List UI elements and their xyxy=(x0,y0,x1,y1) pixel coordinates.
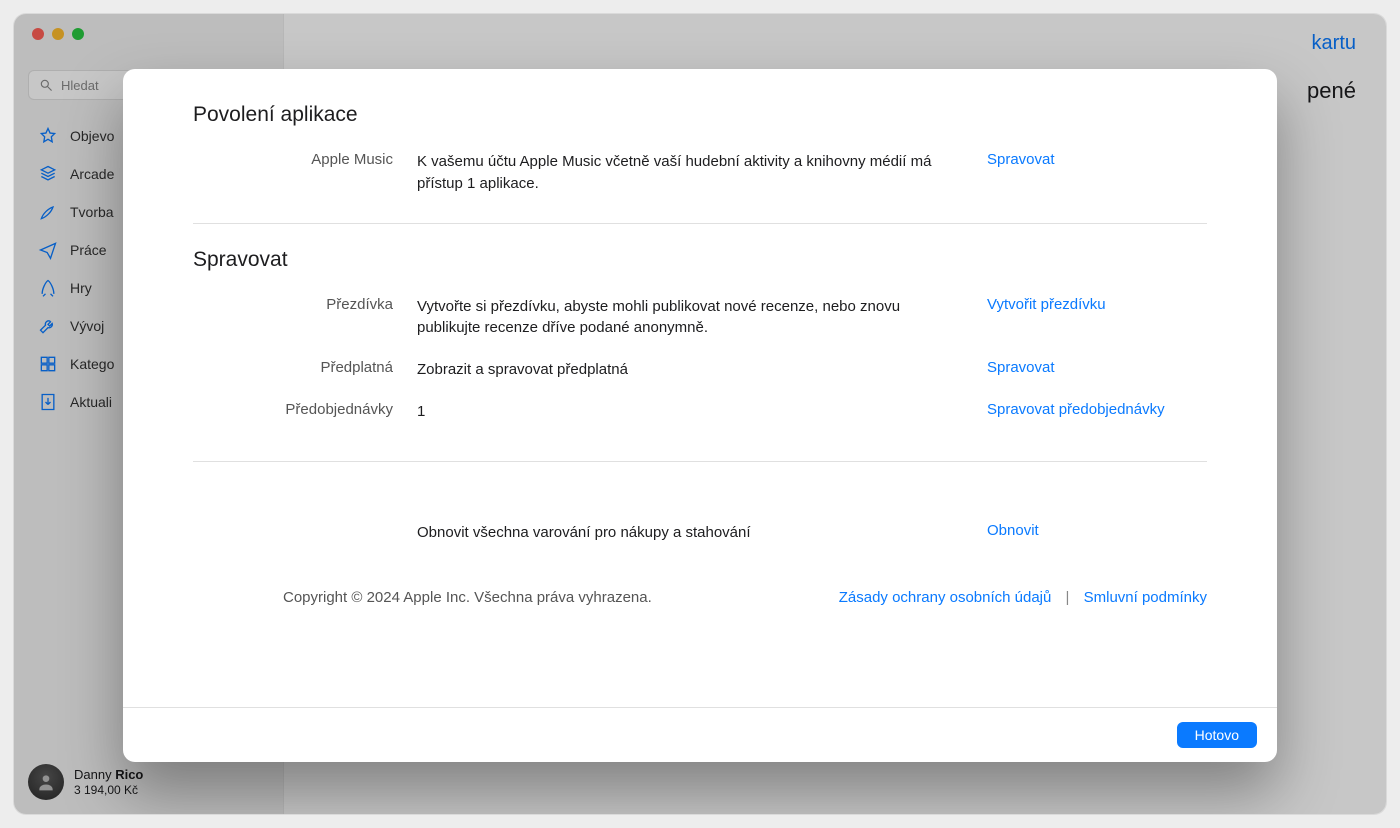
row-value: K vašemu účtu Apple Music včetně vaší hu… xyxy=(417,151,963,195)
row-value: Vytvořte si přezdívku, abyste mohli publ… xyxy=(417,296,963,340)
row-label: Předobjednávky xyxy=(193,401,393,423)
divider xyxy=(193,461,1207,462)
privacy-link[interactable]: Zásady ochrany osobních údajů xyxy=(839,589,1052,606)
terms-link[interactable]: Smluvní podmínky xyxy=(1084,589,1207,606)
row-preorders: Předobjednávky 1 Spravovat předobjednávk… xyxy=(193,391,1207,433)
row-value: 1 xyxy=(417,401,963,423)
separator: | xyxy=(1066,589,1070,606)
copyright-text: Copyright © 2024 Apple Inc. Všechna práv… xyxy=(283,589,652,606)
row-label: Předplatná xyxy=(193,359,393,381)
row-value: Obnovit všechna varování pro nákupy a st… xyxy=(417,522,963,544)
create-nickname-link[interactable]: Vytvořit přezdívku xyxy=(987,296,1106,313)
section-title-manage: Spravovat xyxy=(193,248,1207,272)
section-title-permissions: Povolení aplikace xyxy=(193,103,1207,127)
manage-preorders-link[interactable]: Spravovat předobjednávky xyxy=(987,401,1165,418)
row-label xyxy=(193,522,393,544)
row-value: Zobrazit a spravovat předplatná xyxy=(417,359,963,381)
done-button[interactable]: Hotovo xyxy=(1177,722,1257,748)
footer-row: Copyright © 2024 Apple Inc. Všechna práv… xyxy=(193,589,1207,606)
modal-footer: Hotovo xyxy=(123,707,1277,762)
app-window: Hledat Objevo Arcade Tvorba Práce xyxy=(14,14,1386,814)
divider xyxy=(193,223,1207,224)
reset-warnings-link[interactable]: Obnovit xyxy=(987,522,1039,539)
row-subscriptions: Předplatná Zobrazit a spravovat předplat… xyxy=(193,349,1207,391)
row-label: Apple Music xyxy=(193,151,393,195)
manage-subscriptions-link[interactable]: Spravovat xyxy=(987,359,1055,376)
modal-body: Povolení aplikace Apple Music K vašemu ú… xyxy=(123,69,1277,707)
account-settings-modal: Povolení aplikace Apple Music K vašemu ú… xyxy=(123,69,1277,762)
row-nickname: Přezdívka Vytvořte si přezdívku, abyste … xyxy=(193,286,1207,350)
row-label: Přezdívka xyxy=(193,296,393,340)
row-apple-music: Apple Music K vašemu účtu Apple Music vč… xyxy=(193,141,1207,205)
row-reset-warnings: Obnovit všechna varování pro nákupy a st… xyxy=(193,512,1207,554)
manage-apple-music-link[interactable]: Spravovat xyxy=(987,151,1055,168)
